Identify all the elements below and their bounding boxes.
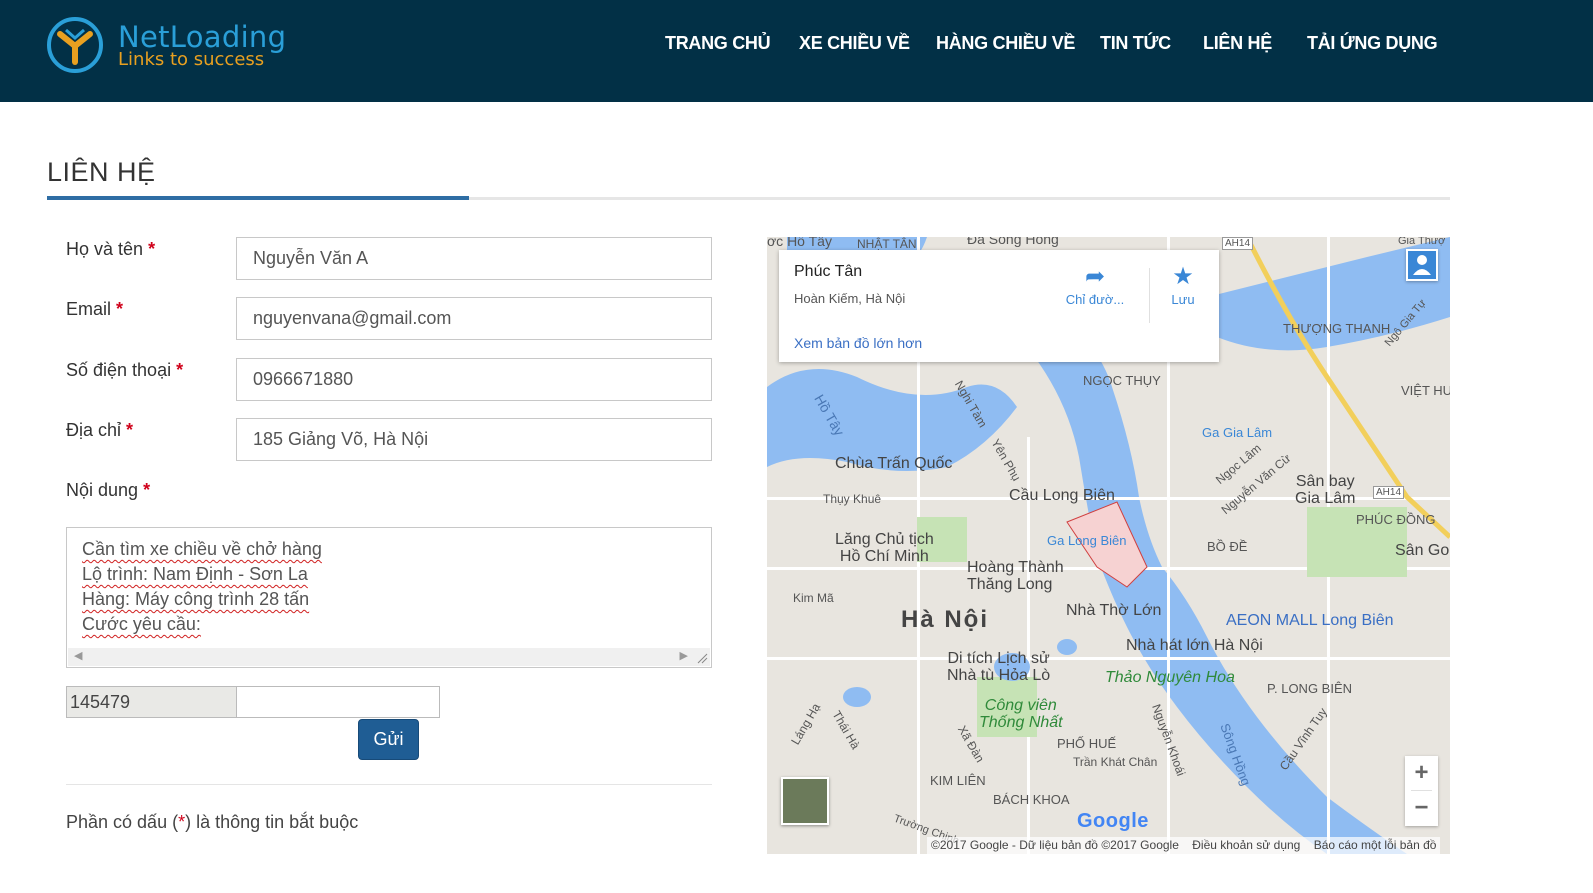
content-textarea[interactable]: Cần tìm xe chiều về chở hàng Lộ trình: N… bbox=[66, 527, 712, 668]
title-divider-accent bbox=[47, 196, 469, 200]
place-card: Phúc Tân Hoàn Kiếm, Hà Nội ➦ Chỉ đườ... … bbox=[779, 250, 1219, 362]
horizontal-scrollbar[interactable]: ◀ ▶ bbox=[68, 648, 694, 666]
brand-slogan: Links to success bbox=[118, 49, 265, 70]
google-logo: Google bbox=[1077, 810, 1149, 832]
map-label-san-go: Sân Go bbox=[1395, 542, 1450, 559]
map-label-gia-thuong: Gia Thượ bbox=[1398, 237, 1446, 247]
map-label-ah14-2: AH14 bbox=[1373, 486, 1405, 499]
satellite-toggle[interactable] bbox=[781, 777, 829, 825]
zoom-control: + − bbox=[1405, 756, 1438, 826]
captcha-input[interactable] bbox=[236, 686, 440, 718]
content-line: Cần tìm xe chiều về chở hàng bbox=[82, 539, 322, 559]
map-label-pho-hue: PHỐ HUẾ bbox=[1057, 736, 1117, 751]
page-title: LIÊN HỆ bbox=[47, 157, 156, 187]
phone-field[interactable] bbox=[236, 358, 712, 401]
map-label-ho-tay-road: ơc Hồ Tây bbox=[767, 237, 832, 249]
map-label-thuy-khue: Thụy Khuê bbox=[823, 492, 882, 506]
site-header: NetLoading Links to success TRANG CHỦ XE… bbox=[0, 0, 1593, 102]
required-note: Phần có dấu (*) là thông tin bắt buộc bbox=[66, 812, 359, 832]
larger-map-link[interactable]: Xem bản đồ lớn hơn bbox=[794, 335, 922, 351]
save-label: Lưu bbox=[1171, 292, 1195, 307]
nav-contact[interactable]: LIÊN HỆ bbox=[1203, 33, 1272, 57]
map-label-ga-gia-lam: Ga Gia Lâm bbox=[1202, 425, 1273, 440]
name-label: Họ và tên * bbox=[66, 239, 156, 259]
name-field[interactable] bbox=[236, 237, 712, 280]
phone-label: Số điện thoại * bbox=[66, 360, 184, 380]
map-label-hoang-thanh: Hoàng Thành Thăng Long bbox=[967, 559, 1064, 593]
map-label-cau-long-bien: Cầu Long Biên bbox=[1009, 487, 1115, 504]
map-label-bach-khoa: BÁCH KHOA bbox=[993, 792, 1070, 807]
zoom-out-button[interactable]: − bbox=[1405, 791, 1438, 825]
content-line: Hàng: Máy công trình 28 tấn bbox=[82, 589, 310, 609]
map-label-cong-vien: Công viên Thống Nhất bbox=[979, 697, 1063, 731]
map-label-nha-tho-lon: Nhà Thờ Lớn bbox=[1066, 602, 1162, 619]
map-data-credit: ©2017 Google - Dữ liệu bản đồ ©2017 Goog… bbox=[931, 838, 1179, 852]
map-label-kim-lien: KIM LIÊN bbox=[930, 773, 986, 788]
map-label-aeon-mall: AEON MALL Long Biên bbox=[1226, 612, 1394, 629]
email-field[interactable] bbox=[236, 297, 712, 340]
google-map[interactable]: Hồ Tây Chùa Trấn Quốc Cầu Long Biên Ga L… bbox=[767, 237, 1450, 854]
map-label-hoa-lo: Di tích Lịch sử Nhà tù Hỏa Lò bbox=[947, 650, 1051, 684]
nav-news[interactable]: TIN TỨC bbox=[1100, 33, 1171, 57]
directions-button[interactable]: ➦ Chỉ đườ... bbox=[1059, 262, 1131, 322]
map-label-phuc-dong: PHÚC ĐỒNG bbox=[1356, 512, 1436, 527]
map-attribution: ©2017 Google - Dữ liệu bản đồ ©2017 Goog… bbox=[927, 837, 1441, 854]
zoom-in-button[interactable]: + bbox=[1405, 756, 1438, 790]
scroll-left-icon[interactable]: ◀ bbox=[74, 649, 82, 662]
map-label-viet-hung: VIỆT HU bbox=[1401, 383, 1450, 398]
scroll-right-icon[interactable]: ▶ bbox=[680, 649, 688, 662]
content-label: Nội dung * bbox=[66, 480, 151, 500]
address-field[interactable] bbox=[236, 418, 712, 461]
content-line: Lộ trình: Nam Định - Sơn La bbox=[82, 564, 308, 584]
address-label: Địa chỉ * bbox=[66, 420, 134, 440]
map-label-dai-song-hong: Đa Sông Hồng bbox=[967, 237, 1059, 247]
map-label-p-long-bien: P. LONG BIÊN bbox=[1267, 681, 1353, 696]
map-label-san-bay: Sân bay Gia Lâm bbox=[1295, 473, 1356, 507]
map-label-ah14: AH14 bbox=[1222, 237, 1254, 250]
map-label-ha-noi: Hà Nội bbox=[901, 606, 990, 633]
star-icon: ★ bbox=[1172, 263, 1194, 290]
terms-link[interactable]: Điều khoản sử dụng bbox=[1192, 838, 1300, 852]
form-divider bbox=[66, 784, 712, 785]
save-place-button[interactable]: ★ Lưu bbox=[1147, 262, 1219, 322]
content-text: Cần tìm xe chiều về chở hàng Lộ trình: N… bbox=[82, 537, 322, 637]
map-label-ga-long-bien: Ga Long Biên bbox=[1047, 533, 1127, 548]
resize-grip-icon[interactable] bbox=[693, 648, 710, 666]
email-label: Email * bbox=[66, 299, 124, 319]
map-label-kim-ma: Kim Mã bbox=[793, 591, 834, 605]
directions-icon: ➦ bbox=[1084, 263, 1106, 290]
nav-download-app[interactable]: TẢI ỨNG DỤNG bbox=[1307, 33, 1438, 57]
map-label-thuong-thanh: THƯỢNG THANH bbox=[1283, 321, 1391, 336]
map-label-tran-khat-chan: Trần Khát Chân bbox=[1073, 755, 1158, 769]
content-line: Cước yêu cầu: bbox=[82, 614, 201, 634]
report-error-link[interactable]: Báo cáo một lỗi bản đồ bbox=[1314, 838, 1437, 852]
nav-return-trucks[interactable]: XE CHIỀU VỀ bbox=[799, 33, 910, 57]
captcha-code: 145479 bbox=[66, 686, 237, 718]
map-label-bo-de: BỒ ĐỀ bbox=[1207, 539, 1248, 554]
street-view-pegman-icon[interactable] bbox=[1406, 249, 1438, 281]
map-label-chua-tran-quoc: Chùa Trấn Quốc bbox=[835, 455, 953, 472]
directions-label: Chỉ đườ... bbox=[1065, 292, 1125, 307]
map-label-nhat-tan: NHẬT TÂN bbox=[857, 237, 917, 251]
logo-icon bbox=[47, 17, 103, 73]
map-label-lang-chu-tich: Lăng Chủ tịch Hồ Chí Minh bbox=[835, 531, 934, 565]
map-label-ngoc-thuy: NGỌC THỤY bbox=[1083, 373, 1161, 388]
nav-return-cargo[interactable]: HÀNG CHIỀU VỀ bbox=[936, 33, 1075, 57]
submit-button[interactable]: Gửi bbox=[358, 719, 419, 760]
nav-home[interactable]: TRANG CHỦ bbox=[665, 33, 771, 57]
place-name: Phúc Tân bbox=[794, 263, 863, 280]
map-label-thao-nguyen-hoa: Thảo Nguyên Hoa bbox=[1105, 669, 1235, 686]
place-area: Hoàn Kiếm, Hà Nội bbox=[794, 291, 906, 306]
map-label-nha-hat-lon: Nhà hát lớn Hà Nội bbox=[1126, 637, 1263, 654]
brand-logo[interactable]: NetLoading Links to success bbox=[46, 16, 296, 76]
